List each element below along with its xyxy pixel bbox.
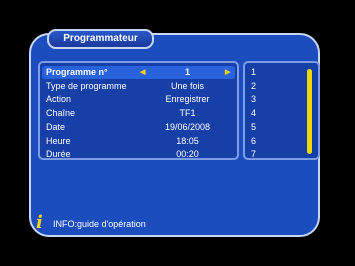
list-item[interactable]: 6 [251, 135, 256, 148]
form-row-value: 19/06/2008 [164, 122, 211, 132]
list-item[interactable]: 4 [251, 107, 256, 120]
info-text: INFO:guide d'opération [53, 219, 146, 229]
window-title: Programmateur [47, 29, 154, 49]
list-item[interactable]: 5 [251, 121, 256, 134]
info-bar: i INFO:guide d'opération [36, 213, 316, 233]
form-row-time[interactable]: Heure 18:05 [42, 135, 235, 148]
form-row-channel[interactable]: Chaîne TF1 [42, 107, 235, 120]
form-row-value: Une fois [170, 81, 205, 91]
programme-list-panel: 1 2 3 4 5 6 7 [243, 61, 320, 160]
list-item[interactable]: 7 [251, 148, 256, 161]
scrollbar[interactable] [307, 69, 312, 154]
form-row-value: 1 [184, 67, 190, 77]
form-row-duration[interactable]: Durée 00:20 [42, 148, 235, 161]
form-row-value: 18:05 [176, 136, 199, 146]
list-item[interactable]: 2 [251, 80, 256, 93]
form-row-label: Programme n° [46, 67, 108, 77]
form-row-action[interactable]: Action Enregistrer [42, 93, 235, 106]
form-panel: Programme n° ◀ 1 ▶ Type de programme Une… [38, 61, 239, 160]
scrollbar-thumb[interactable] [307, 69, 312, 154]
form-row-label: Date [46, 122, 66, 132]
form-row-programme-number[interactable]: Programme n° ◀ 1 ▶ [42, 66, 235, 79]
form-row-label: Type de programme [46, 81, 127, 91]
info-icon: i [36, 212, 43, 233]
form-row-value: 00:20 [176, 149, 199, 159]
list-item[interactable]: 1 [251, 66, 256, 79]
form-row-date[interactable]: Date 19/06/2008 [42, 121, 235, 134]
form-row-value: TF1 [179, 108, 196, 118]
arrow-right-icon[interactable]: ▶ [225, 66, 230, 79]
list-item[interactable]: 3 [251, 93, 256, 106]
timer-screen: Programmateur Programme n° ◀ 1 ▶ Type de… [0, 0, 355, 266]
form-row-label: Action [46, 94, 72, 104]
form-row-value: Enregistrer [165, 94, 210, 104]
form-row-programme-type[interactable]: Type de programme Une fois [42, 80, 235, 93]
form-row-label: Heure [46, 136, 71, 146]
form-row-label: Durée [46, 149, 71, 159]
form-row-label: Chaîne [46, 108, 76, 118]
arrow-left-icon[interactable]: ◀ [140, 66, 145, 79]
